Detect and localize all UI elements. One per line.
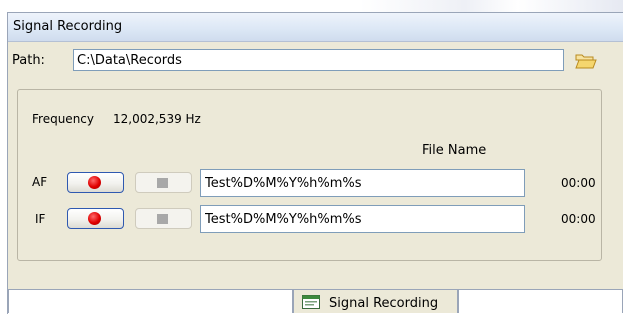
elapsed-time-af: 00:00 <box>561 176 596 190</box>
desktop-background <box>360 0 623 12</box>
channel-label-if: IF <box>35 212 46 226</box>
panel-titlebar: Signal Recording <box>8 13 623 42</box>
channel-label-af: AF <box>32 175 48 189</box>
stop-icon <box>157 214 168 224</box>
path-input[interactable] <box>73 49 564 71</box>
elapsed-time-if: 00:00 <box>561 212 596 226</box>
file-name-header: File Name <box>422 143 487 158</box>
record-button-af[interactable] <box>67 172 124 193</box>
path-label: Path: <box>12 53 45 68</box>
record-icon <box>88 176 101 189</box>
stop-button-if[interactable] <box>135 208 192 229</box>
tab-strip-empty-left <box>8 289 293 313</box>
folder-open-icon <box>575 54 597 69</box>
filename-input-af[interactable] <box>200 169 525 197</box>
filename-input-if[interactable] <box>200 205 525 233</box>
panel-title: Signal Recording <box>13 19 123 34</box>
frequency-value: 12,002,539 Hz <box>113 112 201 126</box>
record-icon <box>88 212 101 225</box>
browse-folder-button[interactable] <box>573 51 599 71</box>
stop-icon <box>157 178 168 188</box>
window-icon <box>302 295 320 309</box>
tab-strip-empty-right <box>458 289 623 313</box>
record-button-if[interactable] <box>67 208 124 229</box>
frequency-label: Frequency <box>32 112 94 126</box>
tab-label: Signal Recording <box>329 296 439 311</box>
stop-button-af[interactable] <box>135 172 192 193</box>
